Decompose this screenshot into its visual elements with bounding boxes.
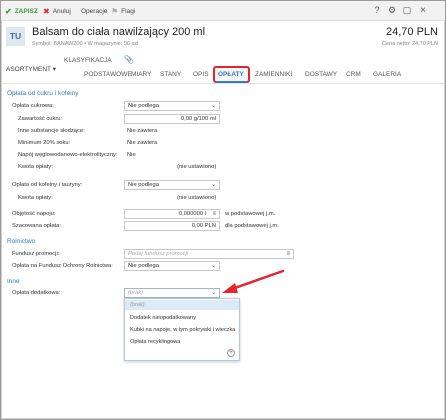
annotation-arrow [222,269,285,293]
